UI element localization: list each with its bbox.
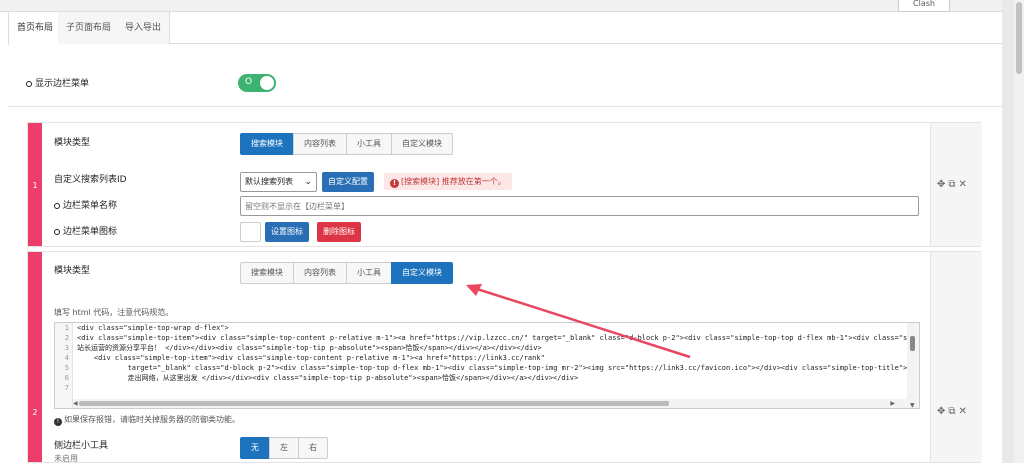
menu-name-field-wrap <box>240 196 919 216</box>
module-1-type-group: 搜索模块 内容列表 小工具 自定义模块 <box>240 133 453 155</box>
editor-horizontal-scrollbar[interactable]: ◀ ▶ <box>73 399 909 408</box>
set-icon-button[interactable]: 设置图标 <box>265 222 309 242</box>
code-line[interactable]: 走出网络，从这里出发 </div></div><div class="simpl… <box>77 373 907 383</box>
module-2-type-widget[interactable]: 小工具 <box>346 262 392 284</box>
scroll-left-icon[interactable]: ◀ <box>73 400 78 407</box>
search-list-select[interactable]: 默认搜索列表 ⌄ <box>240 172 317 192</box>
line-number: 3 <box>64 344 69 352</box>
code-line[interactable]: <div class="simple-top-item"><div class=… <box>77 333 907 343</box>
module-1-handle[interactable]: 1 <box>28 123 42 246</box>
module-2-index: 2 <box>32 408 38 417</box>
menu-name-input[interactable] <box>241 197 918 215</box>
sidebar-toggle-row: 显示边栏菜单 O <box>8 45 1002 107</box>
module-2-type-label: 模块类型 <box>54 266 91 276</box>
menu-icon-label: 边栏菜单图标 <box>54 224 117 237</box>
page-scrollbar[interactable] <box>1014 0 1024 463</box>
code-line[interactable]: <div class="simple-top-item"><div class=… <box>77 353 907 363</box>
module-2-type-search[interactable]: 搜索模块 <box>240 262 294 284</box>
side-tools-group: 无 左 右 <box>240 437 328 459</box>
code-line[interactable]: 站长运营的资源分享平台！ </div></div><div class="sim… <box>77 343 907 353</box>
module-1-type-custom[interactable]: 自定义模块 <box>391 133 453 155</box>
search-list-id-label: 自定义搜索列表ID <box>54 175 127 185</box>
line-number: 5 <box>64 364 69 372</box>
top-bar: Clash <box>0 0 1002 12</box>
sidebar-toggle-label: 显示边栏菜单 <box>26 76 89 89</box>
module-1-type-search[interactable]: 搜索模块 <box>240 133 294 155</box>
module-2-actions: ✥ ⧉ ✕ <box>930 252 982 462</box>
tab-home-layout[interactable]: 首页布局 <box>8 12 63 45</box>
line-number: 4 <box>64 354 69 362</box>
sidebar-toggle-switch[interactable]: O <box>238 74 276 92</box>
line-number: 6 <box>64 374 69 382</box>
close-icon[interactable]: ✕ <box>959 406 967 417</box>
radio-dot-icon <box>54 202 60 209</box>
custom-config-button[interactable]: 自定义配置 <box>322 172 374 192</box>
side-tools-right[interactable]: 右 <box>298 437 328 459</box>
module-2-type-content-list[interactable]: 内容列表 <box>293 262 347 284</box>
radio-dot-icon <box>54 228 60 235</box>
menu-icon-preview[interactable] <box>240 222 261 242</box>
module-1-type-label: 模块类型 <box>54 138 91 148</box>
editor-horizontal-thumb[interactable] <box>79 401 669 406</box>
copy-icon[interactable]: ⧉ <box>948 406 955 417</box>
code-line[interactable]: <div class="simple-top-wrap d-flex"> <box>77 323 907 333</box>
search-module-alert: ! [搜索模块] 推荐放在第一个。 <box>384 173 512 190</box>
chevron-down-icon: ⌄ <box>304 177 312 187</box>
scroll-right-icon[interactable]: ▶ <box>890 400 895 407</box>
module-1-actions: ✥ ⧉ ✕ <box>930 123 982 246</box>
switch-on-glyph: O <box>245 77 253 87</box>
copy-icon[interactable]: ⧉ <box>948 179 955 190</box>
save-error-note: ! 如果保存报错，请临时关掉服务器的防御类功能。 <box>54 414 240 426</box>
editor-hint: 填写 html 代码，注意代码规范。 <box>54 308 174 317</box>
module-card-2: 2 模块类型 搜索模块 内容列表 小工具 自定义模块 填写 html 代码，注意… <box>27 251 982 463</box>
tab-subpage-layout[interactable]: 子页面布局 <box>58 12 121 44</box>
module-1-index: 1 <box>32 181 38 190</box>
line-number-gutter: 1 2 3 4 5 6 7 <box>55 323 73 408</box>
layout-tabs: 首页布局 子页面布局 导入导出 <box>8 12 1002 45</box>
code-line[interactable]: target="_blank" class="d-block p-2"><div… <box>77 363 907 373</box>
delete-icon-button[interactable]: 删除图标 <box>317 222 361 242</box>
side-tools-left[interactable]: 左 <box>269 437 299 459</box>
html-code-editor[interactable]: 1 2 3 4 5 6 7 <div class="simple-top-wra… <box>54 322 920 409</box>
module-2-handle[interactable]: 2 <box>28 252 42 462</box>
menu-name-label: 边栏菜单名称 <box>54 198 117 211</box>
line-number: 7 <box>64 384 69 392</box>
side-tools-status: 未启用 <box>54 454 78 463</box>
side-tools-label: 侧边栏小工具 <box>54 441 109 451</box>
alert-icon: ! <box>390 179 399 188</box>
tab-import-export[interactable]: 导入导出 <box>117 12 171 44</box>
page-scrollbar-thumb[interactable] <box>1016 2 1022 74</box>
editor-vertical-scrollbar[interactable]: ▼ <box>907 323 919 408</box>
editor-vertical-thumb[interactable] <box>910 336 915 351</box>
gutter-column <box>1002 0 1014 463</box>
module-2-type-group: 搜索模块 内容列表 小工具 自定义模块 <box>240 262 453 284</box>
code-line[interactable] <box>77 383 907 393</box>
info-icon: ! <box>54 418 62 426</box>
side-tools-none[interactable]: 无 <box>240 437 270 459</box>
module-card-1: 1 模块类型 搜索模块 内容列表 小工具 自定义模块 自定义搜索列表ID 默认搜… <box>27 122 982 247</box>
code-lines[interactable]: <div class="simple-top-wrap d-flex"> <di… <box>77 323 907 408</box>
scroll-down-icon[interactable]: ▼ <box>910 402 915 408</box>
module-2-type-custom[interactable]: 自定义模块 <box>391 262 453 284</box>
move-icon[interactable]: ✥ <box>937 406 945 417</box>
line-number: 2 <box>64 334 69 342</box>
switch-knob <box>260 76 274 90</box>
move-icon[interactable]: ✥ <box>937 179 945 190</box>
line-number: 1 <box>64 324 69 332</box>
module-1-type-content-list[interactable]: 内容列表 <box>293 133 347 155</box>
module-1-type-widget[interactable]: 小工具 <box>346 133 392 155</box>
top-tab-clash[interactable]: Clash <box>898 0 950 12</box>
radio-dot-icon <box>26 80 32 87</box>
close-icon[interactable]: ✕ <box>959 179 967 190</box>
